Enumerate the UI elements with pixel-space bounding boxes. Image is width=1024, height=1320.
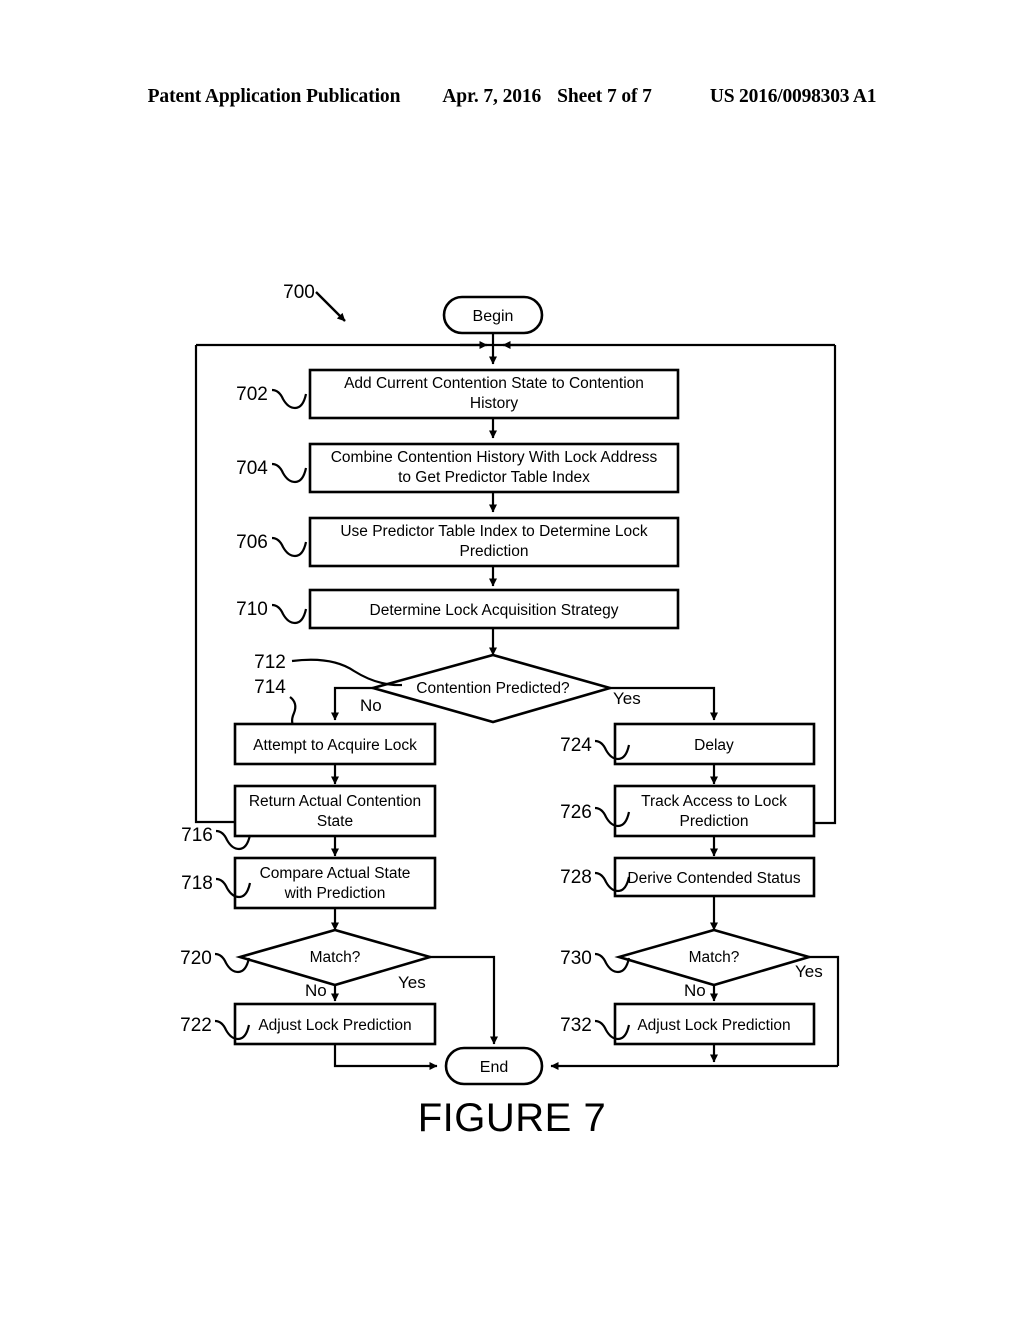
ref-710: 710 [236,599,308,625]
ref-726-number: 726 [560,802,592,823]
decision-730-label: Match? [689,949,740,966]
branch-label-720-no: No [305,981,327,1000]
branch-label-712-yes: Yes [613,689,641,708]
process-706-line1: Use Predictor Table Index to Determine L… [340,523,648,540]
ref-700-number: 700 [283,282,315,303]
process-728-line1: Derive Contended Status [627,870,800,887]
process-714-line1: Attempt to Acquire Lock [253,737,417,754]
process-718: Compare Actual State with Prediction [233,856,437,910]
ref-702-number: 702 [236,384,268,405]
process-716-line2: State [317,813,353,830]
branch-label-712-no: No [360,696,382,715]
decision-720-label: Match? [310,949,361,966]
process-728: Derive Contended Status [613,856,816,898]
ref-730-number: 730 [560,948,592,969]
process-704-line2: to Get Predictor Table Index [398,469,590,486]
process-724: Delay [613,722,816,766]
ref-728-number: 728 [560,867,592,888]
decision-712-label: Contention Predicted? [416,680,570,697]
process-710: Determine Lock Acquisition Strategy [308,588,680,630]
decision-730: Match? [614,928,814,987]
ref-722-number: 722 [180,1015,212,1036]
terminal-begin-label: Begin [473,308,514,325]
process-726: Track Access to Lock Prediction [613,784,816,838]
branch-label-720-yes: Yes [398,973,426,992]
decision-712: Contention Predicted? [368,653,615,724]
process-702-line2: History [470,395,518,412]
ref-700-arrow [315,291,346,322]
ref-720: 720 [180,948,251,974]
ref-732-number: 732 [560,1015,592,1036]
process-716: Return Actual Contention State [233,784,437,838]
terminal-begin: Begin [442,295,544,335]
ref-700: 700 [283,282,346,322]
process-710-line1: Determine Lock Acquisition Strategy [370,602,619,619]
ref-702: 702 [236,384,308,410]
process-718-line2: with Prediction [284,885,386,902]
ref-702-leader [271,388,308,410]
process-724-line1: Delay [694,737,734,754]
process-702: Add Current Contention State to Contenti… [308,368,680,420]
ref-704-leader [271,462,308,484]
patent-page: Patent Application Publication Apr. 7, 2… [0,0,1024,1320]
process-726-line1: Track Access to Lock [641,793,787,810]
process-704-line1: Combine Contention History With Lock Add… [331,449,658,466]
edge-722-to-end [333,1044,438,1070]
ref-704-number: 704 [236,458,268,479]
ref-710-leader [271,603,308,625]
feedback-726-to-bus [814,345,837,825]
ref-716-number: 716 [181,825,213,846]
ref-706-number: 706 [236,532,268,553]
process-702-line1: Add Current Contention State to Contenti… [344,375,644,392]
ref-718-number: 718 [181,873,213,894]
process-716-line1: Return Actual Contention [249,793,421,810]
ref-712-leader [291,658,403,687]
process-704: Combine Contention History With Lock Add… [308,442,680,494]
process-722: Adjust Lock Prediction [233,1002,437,1046]
process-706: Use Predictor Table Index to Determine L… [308,516,680,568]
ref-704: 704 [236,458,308,484]
branch-label-730-no: No [684,981,706,1000]
process-718-line1: Compare Actual State [260,865,411,882]
ref-724-number: 724 [560,735,592,756]
process-726-line2: Prediction [680,813,749,830]
feedback-716-to-bus [194,345,235,824]
process-722-line1: Adjust Lock Prediction [258,1017,411,1034]
ref-730: 730 [560,948,631,974]
terminal-end: End [444,1046,544,1086]
terminal-end-label: End [480,1059,508,1076]
ref-714-number: 714 [254,677,286,698]
process-706-line2: Prediction [460,543,529,560]
ref-720-number: 720 [180,948,212,969]
ref-706-leader [271,536,308,558]
figure-caption: FIGURE 7 [417,1096,607,1140]
ref-712-number: 712 [254,652,286,673]
process-714: Attempt to Acquire Lock [233,722,437,766]
process-732-line1: Adjust Lock Prediction [637,1017,790,1034]
ref-706: 706 [236,532,308,558]
process-732: Adjust Lock Prediction [613,1002,816,1046]
branch-label-730-yes: Yes [795,962,823,981]
ref-710-number: 710 [236,599,268,620]
edge-720-yes-to-end [430,955,498,1045]
